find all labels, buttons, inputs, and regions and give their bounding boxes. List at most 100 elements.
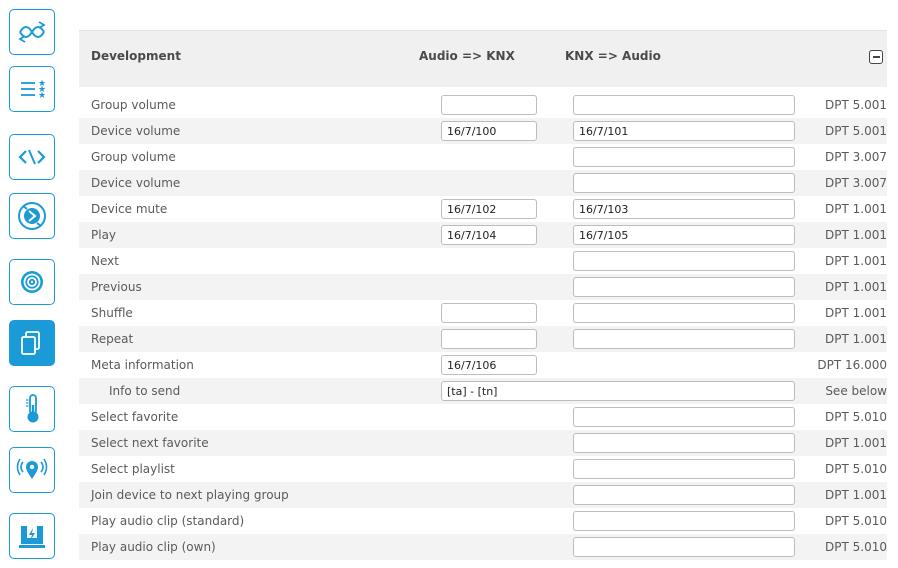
row-label: Device volume [91, 176, 181, 190]
table-row: Info to send See below [79, 378, 887, 404]
dpt-type-label: DPT 1.001 [825, 254, 887, 268]
row-label: Group volume [91, 150, 176, 164]
row-label: Info to send [109, 384, 181, 398]
row-label: Group volume [91, 98, 176, 112]
knx-to-audio-input[interactable] [573, 199, 795, 219]
knx-to-audio-input[interactable] [573, 173, 795, 193]
table-row: Shuffle DPT 1.001 [79, 300, 887, 326]
code-icon [18, 149, 46, 165]
dpt-type-label: DPT 1.001 [825, 488, 887, 502]
knx-to-audio-input[interactable] [573, 329, 795, 349]
table-row: Device mute DPT 1.001 [79, 196, 887, 222]
column-header-knx-audio: KNX => Audio [565, 49, 661, 63]
panel-title: Development [91, 49, 181, 63]
table-row: Select playlist DPT 5.010 [79, 456, 887, 482]
table-row: Group volume DPT 3.007 [79, 144, 887, 170]
dpt-type-label: See below [825, 384, 887, 398]
knx-to-audio-input[interactable] [573, 485, 795, 505]
nav-code-button[interactable] [9, 134, 55, 180]
dpt-type-label: DPT 1.001 [825, 306, 887, 320]
nav-favorites-button[interactable]: ★ ★ ★ [9, 66, 55, 112]
dpt-type-label: DPT 5.001 [825, 98, 887, 112]
row-label: Next [91, 254, 119, 268]
table-row: Play audio clip (standard) DPT 5.010 [79, 508, 887, 534]
row-label: Select favorite [91, 410, 179, 424]
audio-to-knx-input[interactable] [441, 303, 537, 323]
collapse-button[interactable] [869, 50, 883, 64]
row-label: Select next favorite [91, 436, 209, 450]
audio-to-knx-input[interactable] [441, 355, 537, 375]
minus-icon [872, 56, 880, 58]
knx-to-audio-input[interactable] [573, 277, 795, 297]
audio-to-knx-input[interactable] [441, 225, 537, 245]
row-label: Previous [91, 280, 142, 294]
nav-target-button[interactable] [9, 259, 55, 305]
info-to-send-input[interactable] [441, 381, 795, 401]
thermometer-icon [26, 394, 39, 423]
row-label: Device volume [91, 124, 181, 138]
audio-to-knx-input[interactable] [441, 199, 537, 219]
shuffle-icon [18, 21, 46, 43]
dpt-type-label: DPT 1.001 [825, 228, 887, 242]
target-icon [21, 271, 43, 293]
knx-to-audio-input[interactable] [573, 407, 795, 427]
nav-shuffle-button[interactable] [9, 9, 55, 55]
audio-to-knx-input[interactable] [441, 121, 537, 141]
nav-plug-button[interactable] [9, 513, 55, 559]
dpt-type-label: DPT 5.010 [825, 462, 887, 476]
dpt-type-label: DPT 5.010 [825, 540, 887, 554]
row-label: Play audio clip (own) [91, 540, 216, 554]
location-signal-icon [16, 458, 48, 479]
column-header-audio-knx: Audio => KNX [419, 49, 515, 63]
dpt-type-label: DPT 16.000 [817, 358, 887, 372]
svg-text:★: ★ [38, 91, 46, 101]
dpt-type-label: DPT 5.010 [825, 514, 887, 528]
table-row: Select next favorite DPT 1.001 [79, 430, 887, 456]
audio-to-knx-input[interactable] [441, 95, 537, 115]
nav-copy-button[interactable] [9, 320, 55, 366]
row-label: Play audio clip (standard) [91, 514, 245, 528]
row-label: Join device to next playing group [91, 488, 289, 502]
table-row: Next DPT 1.001 [79, 248, 887, 274]
knx-to-audio-input[interactable] [573, 251, 795, 271]
table-row: Device volume DPT 3.007 [79, 170, 887, 196]
table-row: Repeat DPT 1.001 [79, 326, 887, 352]
dpt-type-label: DPT 5.001 [825, 124, 887, 138]
dpt-type-label: DPT 3.007 [825, 176, 887, 190]
nav-location-button[interactable] [9, 447, 55, 493]
nav-sync-button[interactable] [9, 193, 55, 239]
table-row: Select favorite DPT 5.010 [79, 404, 887, 430]
knx-to-audio-input[interactable] [573, 147, 795, 167]
knx-to-audio-input[interactable] [573, 433, 795, 453]
knx-to-audio-input[interactable] [573, 459, 795, 479]
knx-to-audio-input[interactable] [573, 303, 795, 323]
dpt-type-label: DPT 1.001 [825, 202, 887, 216]
dpt-type-label: DPT 5.010 [825, 410, 887, 424]
row-label: Shuffle [91, 306, 133, 320]
nav-thermometer-button[interactable] [9, 386, 55, 432]
copy-icon [21, 331, 40, 355]
dpt-type-label: DPT 1.001 [825, 436, 887, 450]
table-row: Play DPT 1.001 [79, 222, 887, 248]
sync-icon [18, 202, 46, 230]
dpt-type-label: DPT 1.001 [825, 280, 887, 294]
row-label: Select playlist [91, 462, 175, 476]
row-label: Meta information [91, 358, 194, 372]
row-label: Device mute [91, 202, 168, 216]
dpt-type-label: DPT 3.007 [825, 150, 887, 164]
table-row: Join device to next playing group DPT 1.0… [79, 482, 887, 508]
table-row: Device volume DPT 5.001 [79, 118, 887, 144]
table-row: Play audio clip (own) DPT 5.010 [79, 534, 887, 560]
dpt-type-label: DPT 1.001 [825, 332, 887, 346]
row-label: Play [91, 228, 117, 242]
knx-to-audio-input[interactable] [573, 95, 795, 115]
knx-to-audio-input[interactable] [573, 511, 795, 531]
knx-to-audio-input[interactable] [573, 121, 795, 141]
knx-to-audio-input[interactable] [573, 537, 795, 557]
power-plug-icon [19, 526, 45, 548]
audio-to-knx-input[interactable] [441, 329, 537, 349]
table-row: Meta information DPT 16.000 [79, 352, 887, 378]
table-row: Previous DPT 1.001 [79, 274, 887, 300]
panel-header: Development Audio => KNX KNX => Audio [79, 31, 887, 87]
knx-to-audio-input[interactable] [573, 225, 795, 245]
